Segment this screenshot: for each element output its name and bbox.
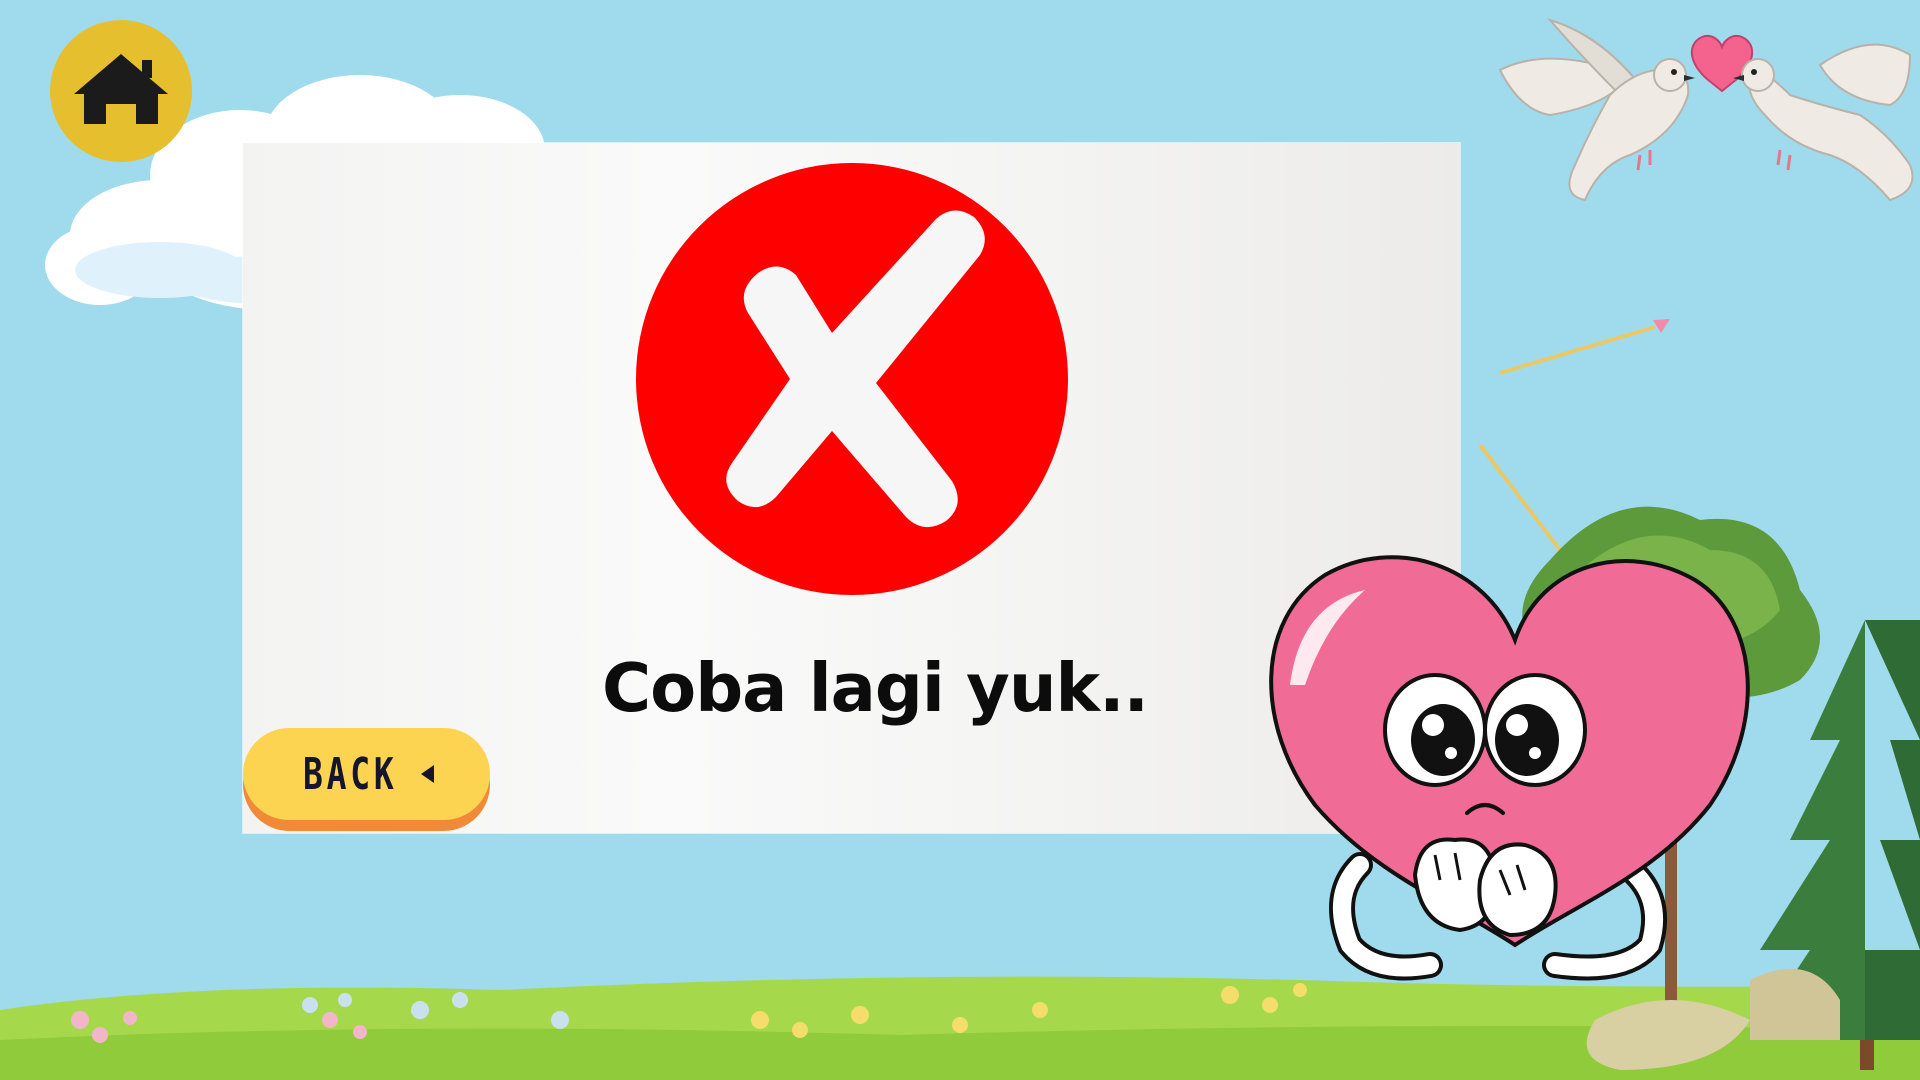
wrong-x-icon [636,163,1068,595]
arrow-decoration [1499,319,1670,375]
try-again-message: Coba lagi yuk.. [602,649,1149,727]
back-button[interactable]: BACK [243,728,490,831]
home-icon [50,20,192,162]
caret-left-icon [421,765,434,783]
back-button-label: BACK [303,749,398,800]
doves-with-heart-decoration [1498,18,1914,202]
game-scene: Coba lagi yuk.. BACK [0,0,1920,1080]
back-button-face: BACK [243,728,490,820]
home-button[interactable] [50,20,192,162]
sad-heart-character [1269,555,1750,981]
